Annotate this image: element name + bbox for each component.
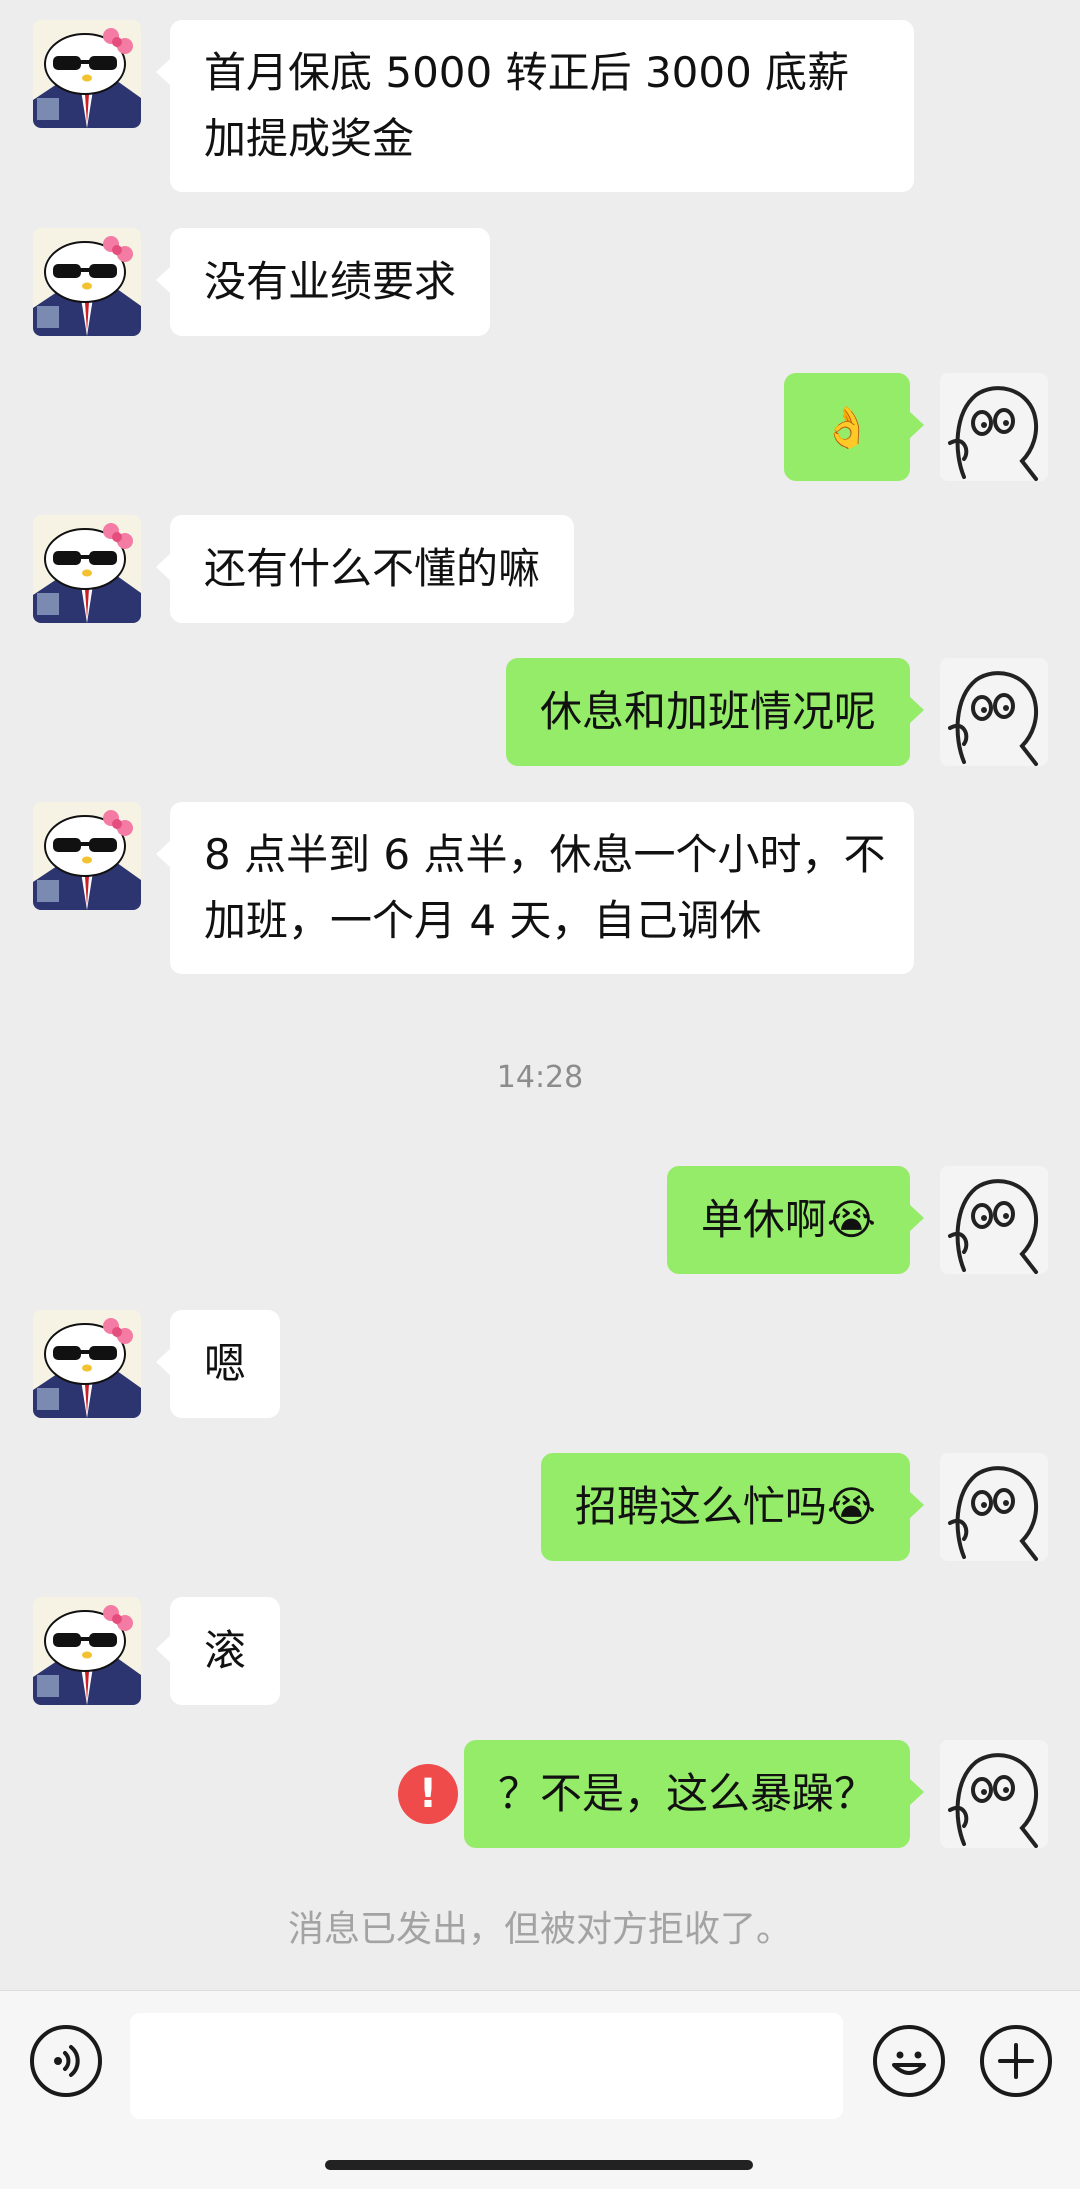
ok-hand-emoji: 👌: [822, 405, 872, 451]
avatar[interactable]: [940, 1453, 1048, 1561]
message-bubble[interactable]: 嗯: [155, 1310, 281, 1418]
avatar[interactable]: [940, 373, 1048, 481]
system-notice: 消息已发出，但被对方拒收了。: [287, 1909, 792, 1950]
message-line: 加班，一个月 4 天，自己调休: [204, 896, 762, 945]
plus-icon: [998, 2043, 1034, 2079]
plus-button[interactable]: [980, 2025, 1052, 2097]
message-bubble[interactable]: 首月保底 5000 转正后 3000 底薪 加提成奖金: [156, 20, 914, 192]
message-bubble[interactable]: 8 点半到 6 点半，休息一个小时，不 加班，一个月 4 天，自己调休: [156, 802, 914, 974]
send-failed-icon[interactable]: !: [398, 1764, 458, 1824]
avatar[interactable]: [940, 658, 1048, 766]
message-bubble[interactable]: 招聘这么忙吗😭: [540, 1453, 925, 1561]
message-bubble[interactable]: 👌: [784, 373, 924, 481]
message-bubble[interactable]: 单休啊😭: [666, 1166, 925, 1274]
avatar[interactable]: [33, 802, 141, 910]
message-bubble[interactable]: 没有业绩要求: [155, 228, 491, 336]
avatar[interactable]: [940, 1740, 1048, 1848]
avatar[interactable]: [940, 1166, 1048, 1274]
message-line: 8 点半到 6 点半，休息一个小时，不: [204, 830, 886, 879]
avatar[interactable]: [33, 20, 141, 128]
message-line: 加提成奖金: [204, 114, 415, 163]
message-line: 首月保底 5000 转正后 3000 底薪: [204, 48, 850, 97]
avatar[interactable]: [33, 228, 141, 336]
avatar[interactable]: [33, 1310, 141, 1418]
home-indicator: [325, 2160, 753, 2170]
message-bubble[interactable]: 还有什么不懂的嘛: [155, 515, 575, 623]
voice-icon: [54, 2045, 80, 2077]
emoji-button[interactable]: [873, 2025, 945, 2097]
avatar[interactable]: [33, 515, 141, 623]
message-bubble[interactable]: 滚: [155, 1597, 281, 1705]
voice-button[interactable]: [30, 2025, 102, 2097]
chat-area[interactable]: 首月保底 5000 转正后 3000 底薪 加提成奖金 没有业绩要求 👌 还有什…: [0, 0, 1080, 1990]
avatar[interactable]: [33, 1597, 141, 1705]
emoji-icon: [892, 2051, 926, 2075]
timestamp: 14:28: [496, 1060, 584, 1095]
message-input[interactable]: [130, 2013, 843, 2119]
message-bubble[interactable]: ？不是，这么暴躁？: [463, 1740, 925, 1848]
message-bubble[interactable]: 休息和加班情况呢: [505, 658, 925, 766]
